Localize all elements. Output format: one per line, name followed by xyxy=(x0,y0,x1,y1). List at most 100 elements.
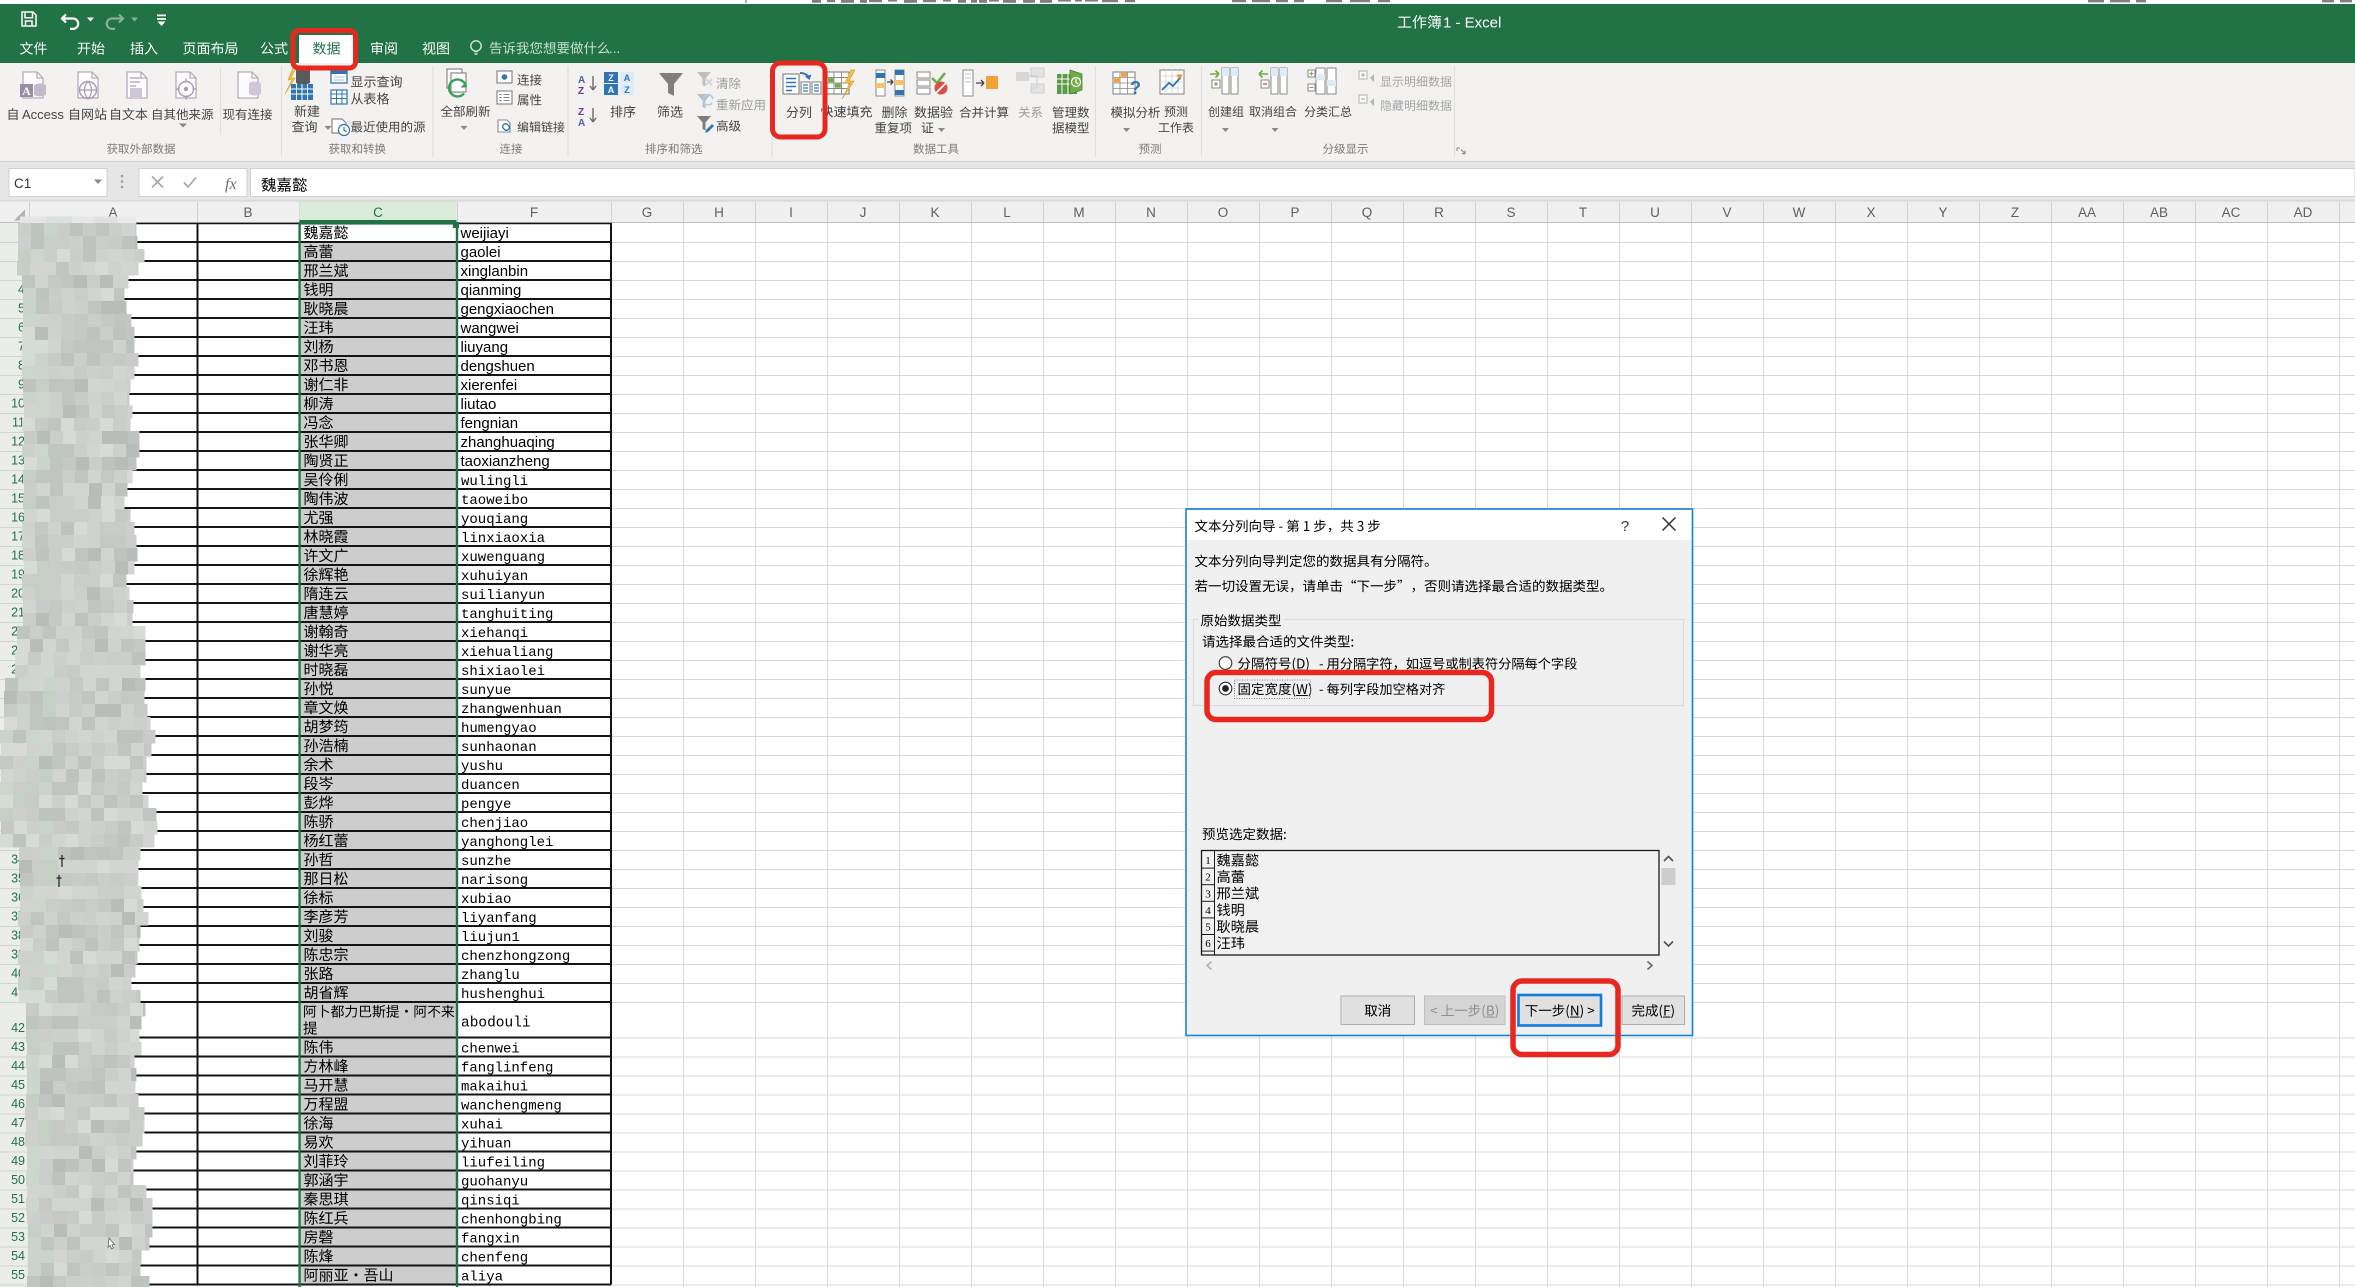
svg-text:6: 6 xyxy=(1205,938,1211,950)
svg-text:A: A xyxy=(608,85,615,95)
svg-text:1 - Excel: 1 - Excel xyxy=(1443,15,1501,32)
svg-text:A: A xyxy=(578,118,585,129)
svg-text:Z: Z xyxy=(2011,205,2019,220)
svg-text:wanchengmeng: wanchengmeng xyxy=(461,1098,562,1114)
svg-text:xiehualiang: xiehualiang xyxy=(461,645,553,661)
svg-text:A: A xyxy=(578,75,585,86)
svg-text:chenfeng: chenfeng xyxy=(461,1250,528,1266)
svg-text:55: 55 xyxy=(11,1268,25,1282)
svg-text:yanghonglei: yanghonglei xyxy=(461,835,553,851)
svg-text:?: ? xyxy=(1621,518,1629,535)
svg-text:youqiang: youqiang xyxy=(461,512,528,528)
svg-text:liuyang: liuyang xyxy=(461,339,509,356)
svg-text:wangwei: wangwei xyxy=(460,320,519,337)
svg-text:?: ? xyxy=(1130,78,1141,98)
svg-text:guohanyu: guohanyu xyxy=(461,1174,528,1190)
svg-text:J: J xyxy=(860,205,867,220)
svg-text:xinglanbin: xinglanbin xyxy=(461,263,529,280)
svg-text:Z: Z xyxy=(578,107,584,118)
svg-text:fangxin: fangxin xyxy=(461,1231,520,1247)
svg-text:yihuan: yihuan xyxy=(461,1136,511,1152)
svg-text:L: L xyxy=(1003,205,1011,220)
svg-text:44: 44 xyxy=(11,1059,25,1073)
svg-text:sunyue: sunyue xyxy=(461,683,511,699)
svg-text:53: 53 xyxy=(11,1230,25,1244)
svg-text:G: G xyxy=(642,205,653,220)
svg-text:chenzhongzong: chenzhongzong xyxy=(461,949,570,965)
svg-text:P: P xyxy=(1290,205,1299,220)
svg-text:AA: AA xyxy=(2078,205,2096,220)
svg-text:zhangwenhuan: zhangwenhuan xyxy=(461,702,562,718)
svg-text:yushu: yushu xyxy=(461,759,503,775)
svg-text:5: 5 xyxy=(1205,922,1211,934)
svg-text:54: 54 xyxy=(11,1249,25,1263)
svg-text:I: I xyxy=(789,205,793,220)
svg-text:liutao: liutao xyxy=(461,396,497,413)
svg-text:21: 21 xyxy=(11,606,25,620)
svg-text:wulingli: wulingli xyxy=(461,474,528,490)
svg-text:O: O xyxy=(1218,205,1229,220)
svg-text:aliya: aliya xyxy=(461,1269,503,1285)
svg-text:sunzhe: sunzhe xyxy=(461,854,511,870)
svg-text:xiehanqi: xiehanqi xyxy=(461,626,528,642)
svg-text:AB: AB xyxy=(2150,205,2168,220)
svg-text:R: R xyxy=(1434,205,1444,220)
svg-text:15: 15 xyxy=(11,492,25,506)
svg-text:4: 4 xyxy=(1205,905,1211,917)
svg-text:Z: Z xyxy=(578,86,584,97)
svg-text:shixiaolei: shixiaolei xyxy=(461,664,545,680)
svg-text:liyanfang: liyanfang xyxy=(461,911,537,927)
svg-text:dengshuen: dengshuen xyxy=(461,358,535,375)
svg-text:N: N xyxy=(1146,205,1156,220)
svg-text:linxiaoxia: linxiaoxia xyxy=(461,531,545,547)
svg-text:chenhongbing: chenhongbing xyxy=(461,1212,562,1228)
svg-text:xubiao: xubiao xyxy=(461,892,511,908)
svg-text:taoweibo: taoweibo xyxy=(461,493,528,509)
svg-text:AC: AC xyxy=(2222,205,2241,220)
svg-text:sunhaonan: sunhaonan xyxy=(461,740,537,756)
svg-text:43: 43 xyxy=(11,1040,25,1054)
svg-text:humengyao: humengyao xyxy=(461,721,537,737)
svg-text:xuhai: xuhai xyxy=(461,1117,503,1133)
svg-text:47: 47 xyxy=(11,1116,25,1130)
svg-text:X: X xyxy=(1866,205,1875,220)
svg-text:B: B xyxy=(243,205,252,220)
svg-text:makaihui: makaihui xyxy=(461,1079,528,1095)
svg-text:tanghuiting: tanghuiting xyxy=(461,607,553,623)
svg-text:fengnian: fengnian xyxy=(461,415,519,432)
svg-text:S: S xyxy=(1506,205,1515,220)
svg-text:chenjiao: chenjiao xyxy=(461,816,528,832)
svg-text:F: F xyxy=(530,205,538,220)
svg-text:xuhuiyan: xuhuiyan xyxy=(461,569,528,585)
svg-text:zhanghuaqing: zhanghuaqing xyxy=(461,434,555,451)
svg-text:duancen: duancen xyxy=(461,778,520,794)
svg-text:42: 42 xyxy=(11,1021,25,1035)
svg-text:10: 10 xyxy=(11,397,25,411)
svg-text:46: 46 xyxy=(11,1097,25,1111)
svg-text:hushenghui: hushenghui xyxy=(461,987,545,1003)
svg-text:A: A xyxy=(624,73,631,83)
svg-text:zhanglu: zhanglu xyxy=(461,968,520,984)
svg-text:U: U xyxy=(1650,205,1660,220)
svg-text:V: V xyxy=(1722,205,1731,220)
svg-text:fanglinfeng: fanglinfeng xyxy=(461,1060,553,1076)
svg-text:A: A xyxy=(22,84,31,98)
svg-text:gengxiaochen: gengxiaochen xyxy=(461,301,554,318)
svg-text:Y: Y xyxy=(1938,205,1947,220)
svg-text:fx: fx xyxy=(225,176,237,193)
svg-text:18: 18 xyxy=(11,549,25,563)
svg-text:narisong: narisong xyxy=(461,873,528,889)
svg-text:Q: Q xyxy=(1362,205,1373,220)
svg-text:qinsiqi: qinsiqi xyxy=(461,1193,520,1209)
svg-text:50: 50 xyxy=(11,1173,25,1187)
svg-text:3: 3 xyxy=(1205,888,1211,900)
svg-text:M: M xyxy=(1073,205,1084,220)
svg-text:H: H xyxy=(714,205,724,220)
svg-text:Access: Access xyxy=(22,107,64,122)
svg-text:qianming: qianming xyxy=(461,282,522,299)
svg-text:1: 1 xyxy=(1205,855,1211,867)
svg-text:51: 51 xyxy=(11,1192,25,1206)
svg-text:gaolei: gaolei xyxy=(461,244,501,261)
svg-text:pengye: pengye xyxy=(461,797,511,813)
svg-text:xierenfei: xierenfei xyxy=(461,377,518,394)
